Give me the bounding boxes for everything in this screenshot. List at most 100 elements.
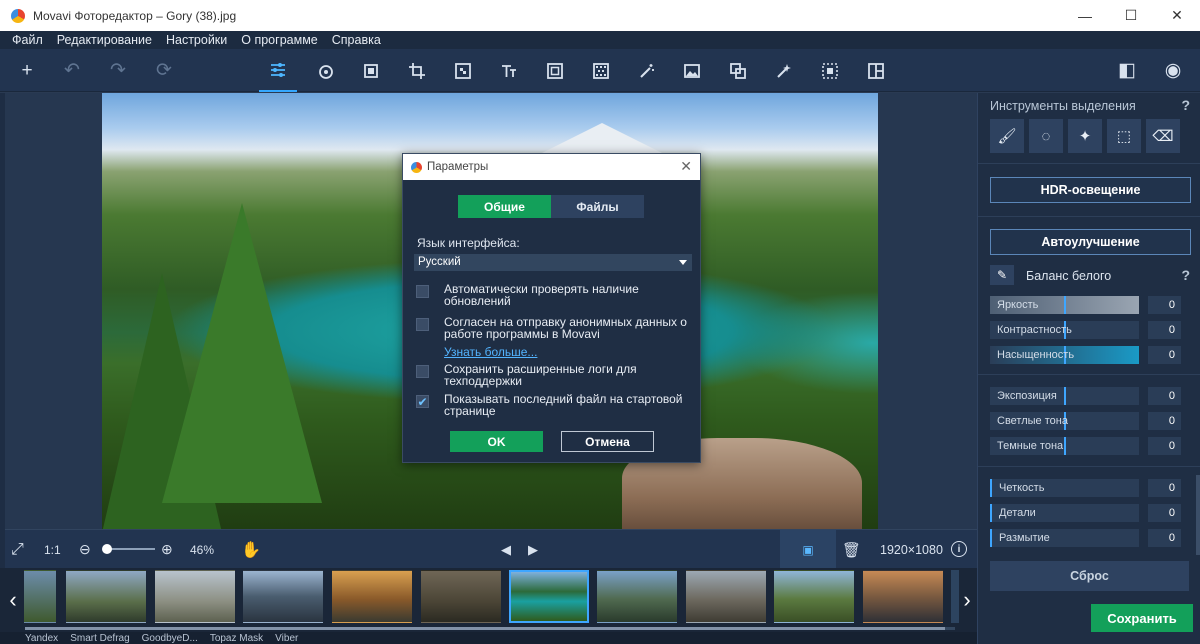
info-icon[interactable]: i [951, 541, 967, 557]
delete-icon[interactable]: 🗑 [842, 530, 861, 569]
taskbar-item[interactable]: Viber [275, 633, 298, 644]
eyedropper-icon[interactable]: ✎ [990, 265, 1014, 285]
blur-slider[interactable]: Размытие [990, 529, 1139, 547]
taskbar-item[interactable]: Smart Defrag [70, 633, 129, 644]
tab-general[interactable]: Общие [458, 195, 551, 218]
taskbar-item[interactable]: Topaz Mask [210, 633, 263, 644]
highlights-slider[interactable]: Светлые тона [990, 412, 1139, 430]
shadows-slider[interactable]: Темные тона [990, 437, 1139, 455]
slider-marker[interactable] [1064, 296, 1066, 314]
rect-select-icon[interactable]: ⬚ [1107, 119, 1141, 153]
maximize-button[interactable]: ☐ [1108, 0, 1154, 31]
thumbnail[interactable] [24, 570, 56, 623]
thumbnail-selected[interactable] [509, 570, 589, 623]
thumbnail[interactable] [686, 570, 766, 623]
eye-icon[interactable]: ◉ [1154, 49, 1192, 92]
slider-marker[interactable] [1064, 437, 1066, 455]
contrast-slider[interactable]: Контрастность [990, 321, 1139, 339]
highlights-value[interactable]: 0 [1148, 412, 1181, 430]
taskbar-item[interactable]: Yandex [25, 633, 58, 644]
effects-icon[interactable] [352, 49, 390, 92]
auto-enhance-button[interactable]: Автоулучшение [990, 229, 1191, 255]
thumbnail[interactable] [332, 570, 412, 623]
close-window-button[interactable]: ✕ [1154, 0, 1200, 31]
option-extended-logs[interactable]: Сохранить расширенные логи для техподдер… [416, 363, 696, 387]
ok-button[interactable]: OK [450, 431, 543, 452]
hand-tool-icon[interactable]: ✋ [241, 530, 261, 569]
background-icon[interactable] [444, 49, 482, 92]
noise-icon[interactable] [582, 49, 620, 92]
dialog-close-icon[interactable]: ✕ [680, 158, 692, 175]
image-icon[interactable] [673, 49, 711, 92]
reset-button[interactable]: Сброс [990, 561, 1189, 591]
filmstrip-scroll-thumb[interactable] [25, 627, 945, 630]
tab-files[interactable]: Файлы [551, 195, 644, 218]
checkbox[interactable] [416, 285, 429, 298]
contrast-value[interactable]: 0 [1148, 321, 1181, 339]
hdr-lighting-button[interactable]: HDR-освещение [990, 177, 1191, 203]
checkbox[interactable] [416, 365, 429, 378]
menu-about[interactable]: О программе [241, 33, 317, 47]
adjust-sliders-icon[interactable] [259, 49, 297, 92]
filmstrip-left-icon[interactable]: ‹ [2, 568, 24, 632]
lasso-icon[interactable]: ◌ [1029, 119, 1063, 153]
checkbox-checked[interactable]: ✔ [416, 395, 429, 409]
thumbnail[interactable] [66, 570, 146, 623]
clarity-value[interactable]: 0 [1148, 479, 1181, 497]
add-file-icon[interactable]: + [8, 49, 46, 92]
collage-icon[interactable] [857, 49, 895, 92]
reset-all-icon[interactable]: ⟳ [145, 49, 183, 92]
brightness-value[interactable]: 0 [1148, 296, 1181, 314]
taskbar-item[interactable]: GoodbyeD... [142, 633, 198, 644]
blur-value[interactable]: 0 [1148, 529, 1181, 547]
thumbnail[interactable] [243, 570, 323, 623]
crop-icon[interactable] [398, 49, 436, 92]
menu-edit[interactable]: Редактирование [57, 33, 152, 47]
menu-settings[interactable]: Настройки [166, 33, 227, 47]
magic-wand-icon[interactable]: ✦ [1068, 119, 1102, 153]
thumbnail[interactable] [597, 570, 677, 623]
retouch-icon[interactable] [307, 49, 345, 92]
zoom-in-icon[interactable]: ⊕ [161, 530, 173, 569]
actual-size-button[interactable]: 1:1 [44, 530, 61, 569]
eraser-icon[interactable]: ⌫ [1146, 119, 1180, 153]
menu-file[interactable]: Файл [12, 33, 43, 47]
redo-icon[interactable]: ↷ [99, 49, 137, 92]
menu-help[interactable]: Справка [332, 33, 381, 47]
clarity-slider[interactable]: Четкость [990, 479, 1139, 497]
thumbnail[interactable] [774, 570, 854, 623]
clone-icon[interactable] [719, 49, 757, 92]
slider-marker[interactable] [1064, 387, 1066, 405]
frames-icon[interactable] [536, 49, 574, 92]
filmstrip-right-icon[interactable]: › [956, 568, 978, 632]
text-icon[interactable] [490, 49, 528, 92]
auto-select-icon[interactable] [765, 49, 803, 92]
filmstrip-toggle-icon[interactable]: ▣ [780, 530, 836, 569]
brush-icon[interactable]: 🖌 [990, 119, 1024, 153]
minimize-button[interactable]: — [1062, 0, 1108, 31]
saturation-value[interactable]: 0 [1148, 346, 1181, 364]
checkbox[interactable] [416, 318, 429, 331]
zoom-out-icon[interactable]: ⊖ [79, 530, 91, 569]
language-select[interactable]: Русский [414, 254, 692, 271]
zoom-slider[interactable] [102, 544, 155, 554]
help-icon[interactable]: ? [1181, 97, 1190, 113]
save-button[interactable]: Сохранить [1091, 604, 1193, 632]
compare-icon[interactable]: ◧ [1108, 49, 1146, 92]
resize-icon[interactable] [811, 49, 849, 92]
brightness-slider[interactable]: Яркость [990, 296, 1139, 314]
cancel-button[interactable]: Отмена [561, 431, 654, 452]
saturation-slider[interactable]: Насыщенность [990, 346, 1139, 364]
exposure-value[interactable]: 0 [1148, 387, 1181, 405]
learn-more-link[interactable]: Узнать больше... [444, 345, 537, 359]
details-slider[interactable]: Детали [990, 504, 1139, 522]
filmstrip-scrollbar[interactable] [25, 627, 955, 630]
undo-icon[interactable]: ↶ [53, 49, 91, 92]
magic-wand-icon[interactable] [628, 49, 666, 92]
thumbnail[interactable] [155, 570, 235, 623]
previous-icon[interactable]: ◀ [501, 530, 511, 569]
panel-scrollbar[interactable] [1196, 475, 1200, 555]
thumbnail[interactable] [421, 570, 501, 623]
fit-screen-icon[interactable]: ⤢ [11, 530, 24, 569]
thumbnail[interactable] [863, 570, 943, 623]
